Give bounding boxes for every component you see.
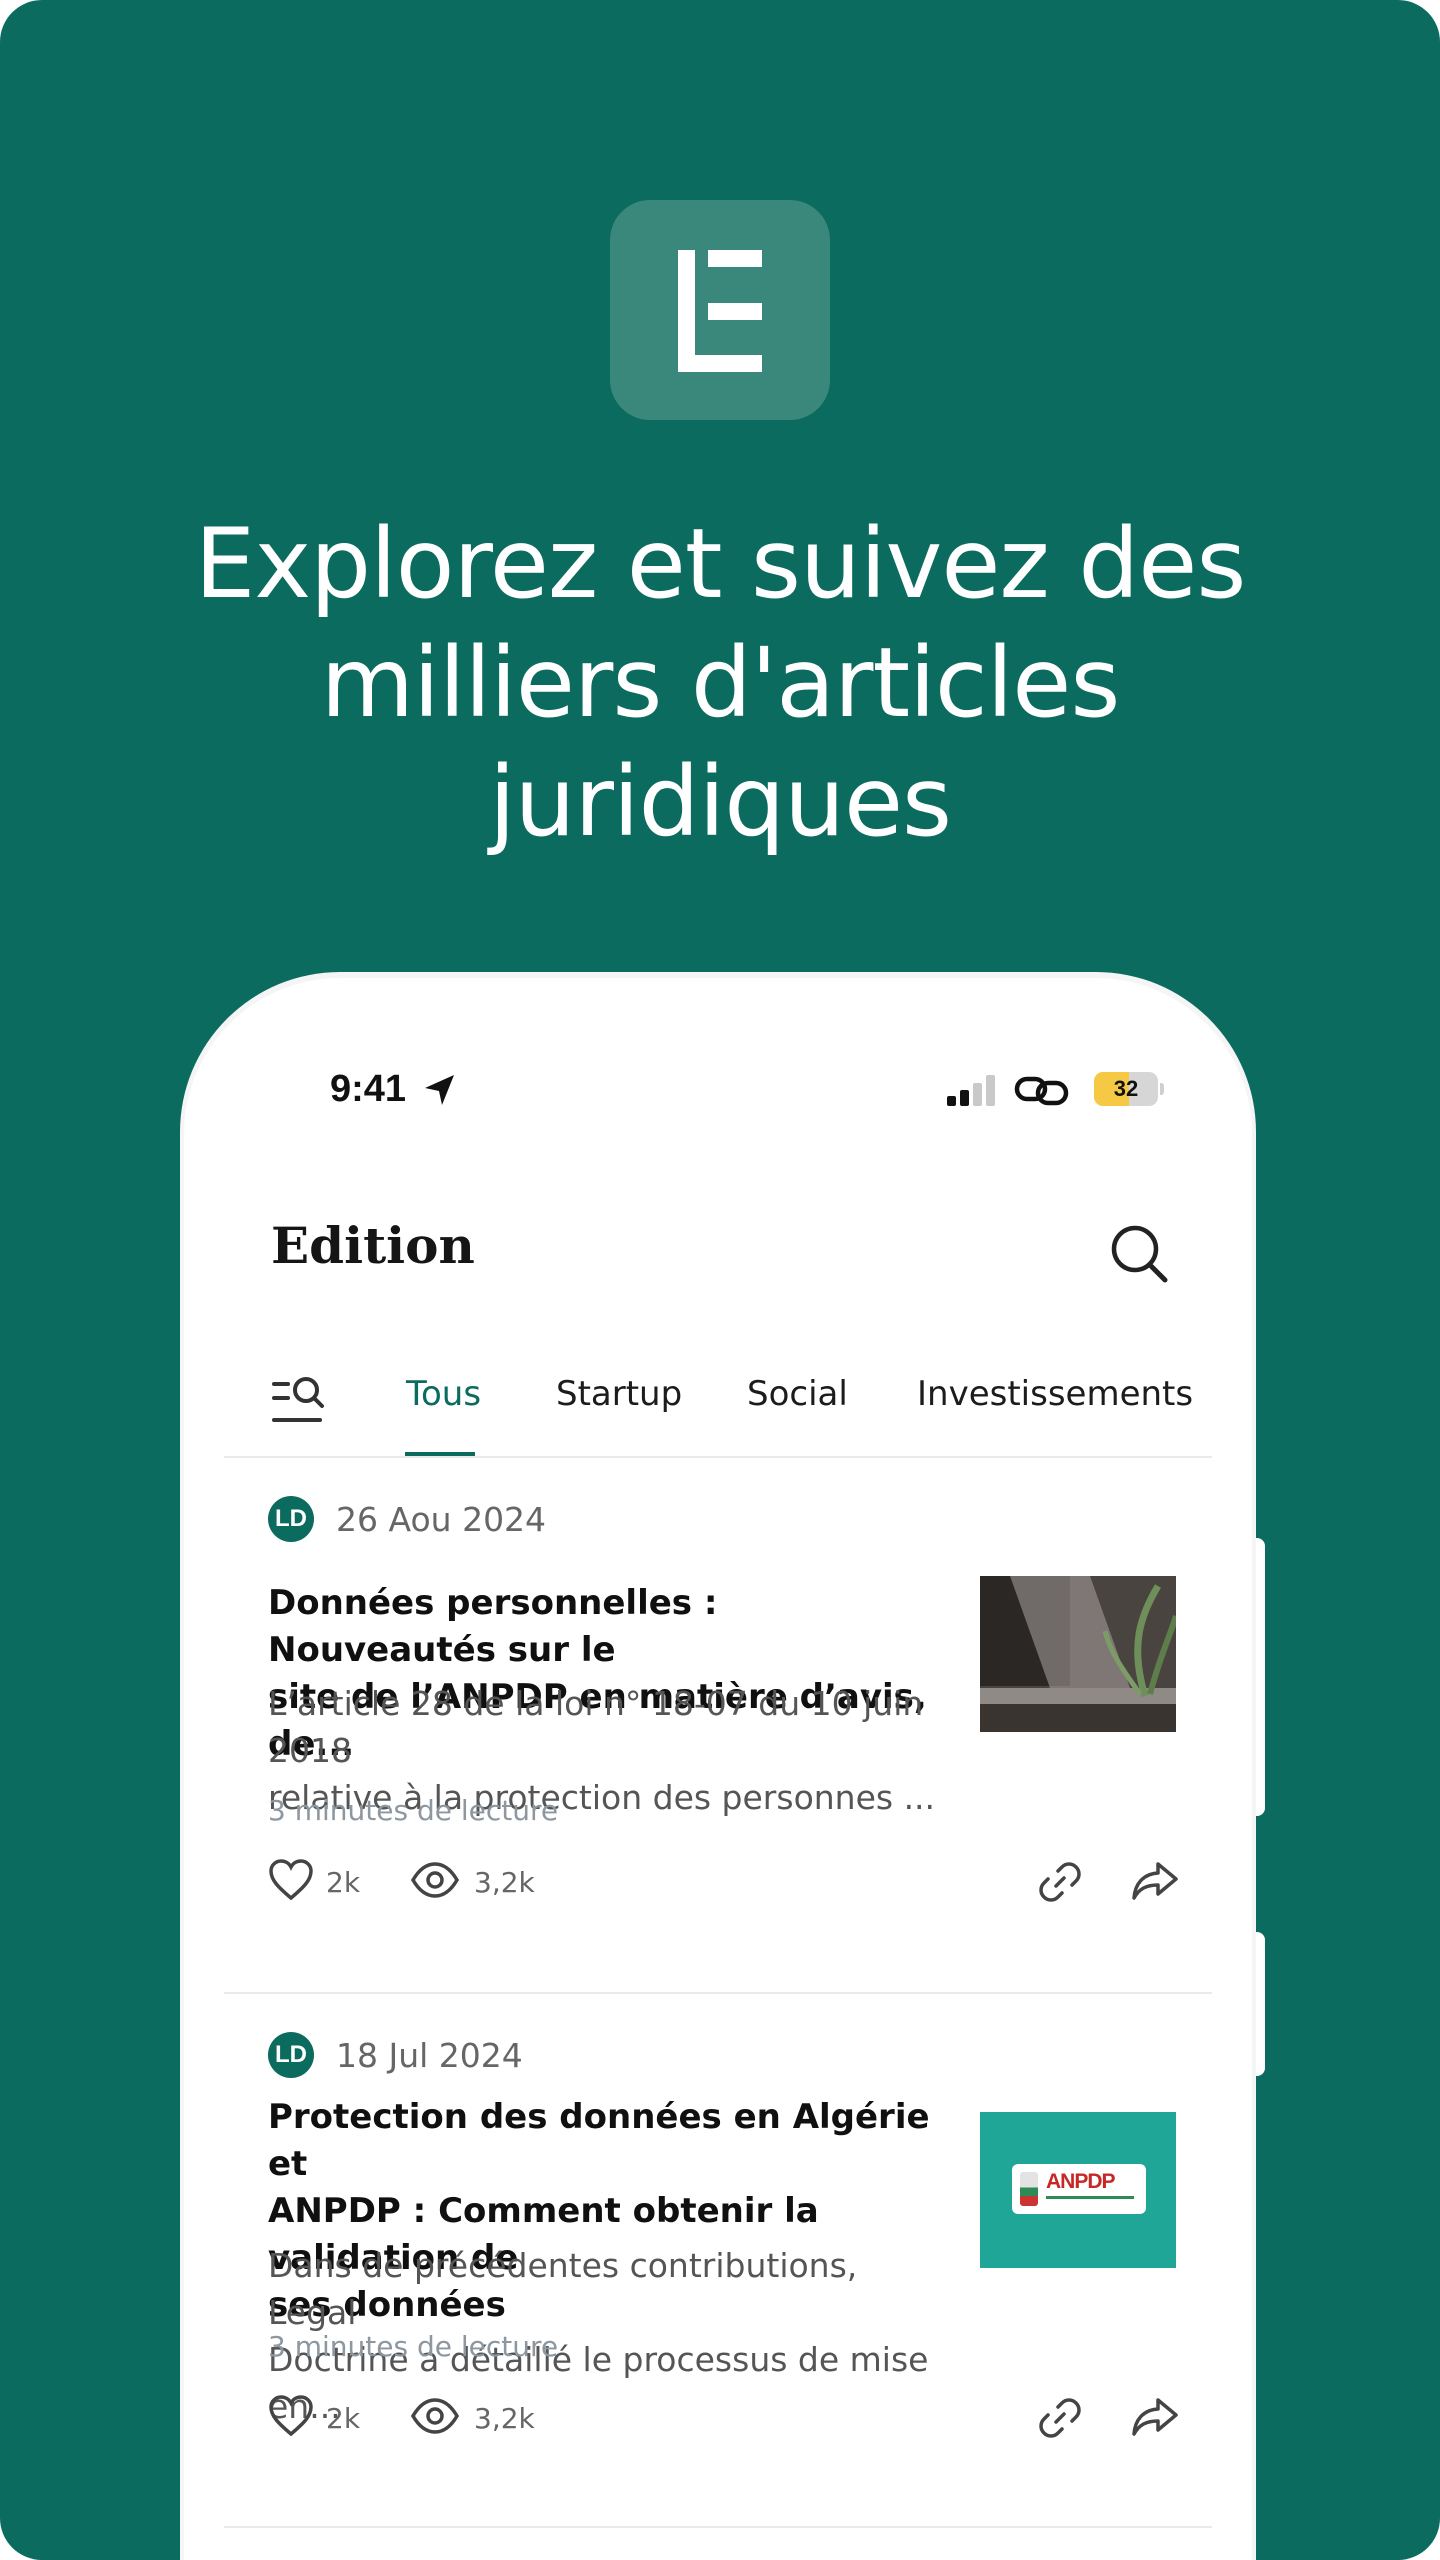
tab-tous[interactable]: Tous <box>406 1374 481 1414</box>
battery-tip <box>1160 1083 1164 1095</box>
article-date: 18 Jul 2024 <box>336 2036 523 2075</box>
headline-line: milliers d'articles <box>320 627 1121 739</box>
article-divider <box>224 2526 1212 2528</box>
source-badge: LD <box>268 2032 314 2078</box>
views-count: 3,2k <box>474 1866 535 1899</box>
phone-side-button <box>1256 1538 1265 1816</box>
likes-count: 2k <box>326 1866 361 1899</box>
article-title-line: Données personnelles : Nouveautés sur le <box>268 1583 718 1670</box>
read-time: 3 minutes de lecture <box>268 2330 559 2363</box>
battery-indicator: 32 <box>1094 1072 1158 1106</box>
article-thumbnail[interactable] <box>980 1576 1176 1732</box>
heart-icon[interactable] <box>268 1858 314 1902</box>
headline-line: Explorez et suivez des <box>194 508 1247 620</box>
phone-side-button <box>1256 1932 1265 2076</box>
anpdp-underline <box>1046 2196 1134 2199</box>
page-title: Edition <box>271 1216 475 1275</box>
tab-startup[interactable]: Startup <box>556 1374 682 1414</box>
laptop-plant-photo <box>980 1576 1176 1732</box>
signal-icon <box>947 1075 995 1106</box>
anpdp-card: ANPDP <box>1012 2164 1146 2214</box>
likes-count: 2k <box>326 2402 361 2435</box>
anpdp-seal-icon <box>1020 2172 1038 2206</box>
eye-icon <box>410 2398 460 2434</box>
tab-investissements[interactable]: Investissements <box>917 1374 1193 1414</box>
article-thumbnail[interactable]: ANPDP <box>980 2112 1176 2268</box>
article-divider <box>224 1992 1212 1994</box>
app-logo <box>610 200 830 420</box>
copy-link-icon[interactable] <box>1036 1858 1084 1906</box>
eye-icon <box>410 1862 460 1898</box>
share-icon[interactable] <box>1130 1858 1180 1904</box>
article-summary-line: Dans de précédentes contributions, Legal <box>268 2246 858 2332</box>
filter-search-icon[interactable] <box>272 1372 332 1428</box>
anpdp-label: ANPDP <box>1046 2170 1116 2193</box>
views-count: 3,2k <box>474 2402 535 2435</box>
status-time: 9:41 <box>330 1068 407 1110</box>
heart-icon[interactable] <box>268 2394 314 2438</box>
search-icon[interactable] <box>1108 1222 1172 1286</box>
tabs-divider <box>224 1456 1212 1458</box>
article-date: 26 Aou 2024 <box>336 1500 547 1539</box>
link-status-icon <box>1014 1076 1069 1106</box>
legal-doctrine-logo-icon <box>678 250 762 372</box>
promo-screen: Explorez et suivez des milliers d'articl… <box>0 0 1440 2560</box>
article-summary-line: L’article 28 de la loi n° 18-07 du 10 ju… <box>268 1684 924 1770</box>
phone-screen: 9:41 32 Edition Tous Startup Social Inve… <box>184 978 1252 2560</box>
location-arrow-icon <box>425 1075 454 1105</box>
promo-headline: Explorez et suivez des milliers d'articl… <box>120 505 1320 862</box>
headline-line: juridiques <box>488 746 952 858</box>
tab-social[interactable]: Social <box>747 1374 848 1414</box>
source-badge: LD <box>268 1496 314 1542</box>
share-icon[interactable] <box>1130 2394 1180 2440</box>
phone-frame: 9:41 32 Edition Tous Startup Social Inve… <box>180 972 1256 2560</box>
article-title-line: Protection des données en Algérie et <box>268 2097 930 2184</box>
copy-link-icon[interactable] <box>1036 2394 1084 2442</box>
read-time: 3 minutes de lecture <box>268 1794 559 1827</box>
